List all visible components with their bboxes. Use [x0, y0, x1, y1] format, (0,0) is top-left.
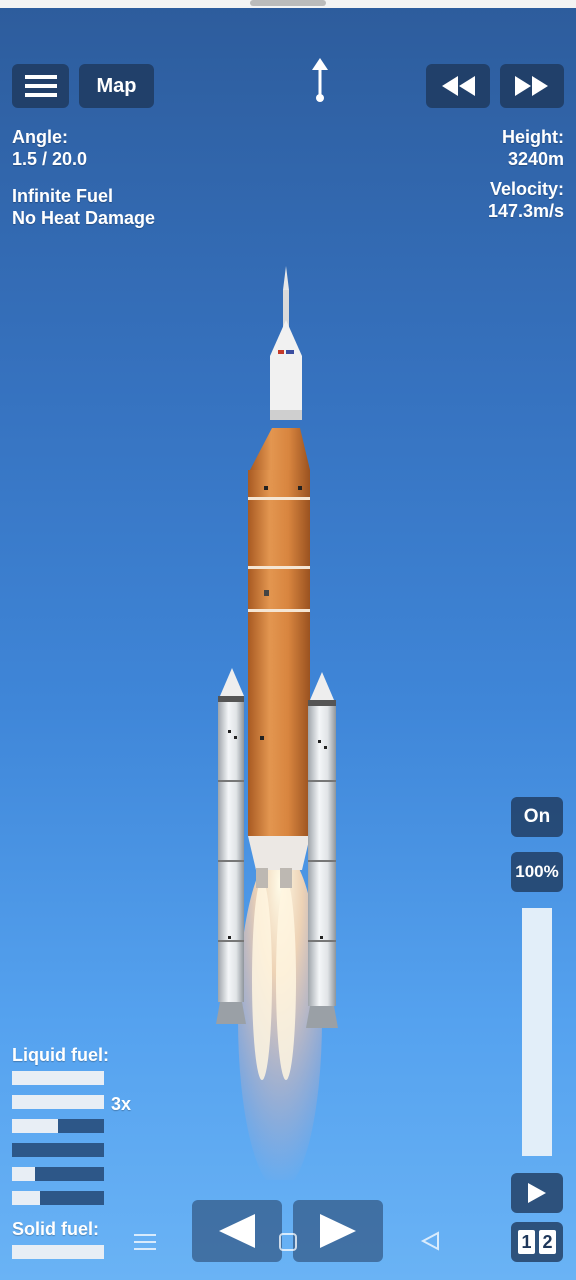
play-icon [528, 1183, 546, 1203]
liquid-fuel-bar [12, 1095, 104, 1109]
liquid-fuel-bar-fill [12, 1095, 104, 1109]
fast-forward-button[interactable] [500, 64, 564, 108]
liquid-fuel-bar [12, 1119, 104, 1133]
stage-digit-2: 2 [539, 1230, 556, 1254]
arrow-up-direction-icon [312, 58, 328, 102]
liquid-fuel-bar [12, 1071, 104, 1085]
status-bar [0, 0, 576, 8]
map-button-label: Map [96, 74, 137, 97]
no-heat-damage-text: No Heat Damage [12, 208, 156, 228]
menu-button[interactable] [12, 64, 69, 108]
engine-toggle-label: On [523, 806, 551, 827]
solid-fuel-bar [12, 1245, 104, 1259]
throttle-fill [522, 908, 552, 1156]
liquid-fuel-bar-fill [12, 1119, 58, 1133]
throttle-label: 100% [515, 862, 559, 881]
angle-label: Angle: [12, 127, 68, 147]
liquid-fuel-label: Liquid fuel: [12, 1045, 109, 1065]
height-label: Height: [502, 127, 564, 147]
solid-fuel-bar-fill [12, 1245, 104, 1259]
height-value: 3240m [507, 149, 564, 169]
triangle-left-icon [219, 1214, 255, 1248]
liquid-fuel-bar-fill [12, 1167, 35, 1181]
throttle-slider[interactable] [522, 908, 552, 1156]
infinite-fuel-text: Infinite Fuel [12, 186, 113, 206]
liquid-fuel-bar [12, 1167, 104, 1181]
velocity-label: Velocity: [489, 179, 564, 199]
rewind-icon [442, 76, 475, 96]
left-booster [216, 668, 246, 1024]
solid-fuel-label: Solid fuel: [12, 1219, 99, 1239]
menu-lines-icon[interactable] [134, 1232, 156, 1252]
status-bar-handle [250, 0, 326, 6]
rotate-right-button[interactable] [293, 1200, 383, 1262]
fuel-multiplier: 3x [111, 1094, 132, 1114]
liquid-fuel-bar-fill [12, 1191, 40, 1205]
core-stage [248, 428, 310, 888]
rewind-button[interactable] [426, 64, 490, 108]
map-button[interactable]: Map [79, 64, 154, 108]
stage-play-button[interactable] [511, 1173, 563, 1213]
throttle-readout: 100% [511, 852, 563, 892]
liquid-fuel-bar [12, 1143, 104, 1157]
velocity-value: 147.3m/s [487, 201, 564, 221]
right-booster [306, 672, 338, 1028]
fast-forward-icon [515, 76, 548, 96]
liquid-fuel-bar-fill [12, 1071, 104, 1085]
rotate-left-button[interactable] [192, 1200, 282, 1262]
stage-selector[interactable]: 1 2 [511, 1222, 563, 1262]
stage-digit-1: 1 [518, 1230, 535, 1254]
liquid-fuel-bar [12, 1191, 104, 1205]
rocket [216, 266, 338, 1180]
hamburger-menu-icon [24, 75, 57, 97]
engine-toggle-button[interactable]: On [511, 797, 563, 837]
capsule [270, 266, 302, 420]
angle-value: 1.5 / 20.0 [12, 149, 88, 169]
back-triangle-icon[interactable] [420, 1230, 442, 1252]
triangle-right-icon [320, 1214, 356, 1248]
square-icon[interactable] [278, 1232, 298, 1252]
